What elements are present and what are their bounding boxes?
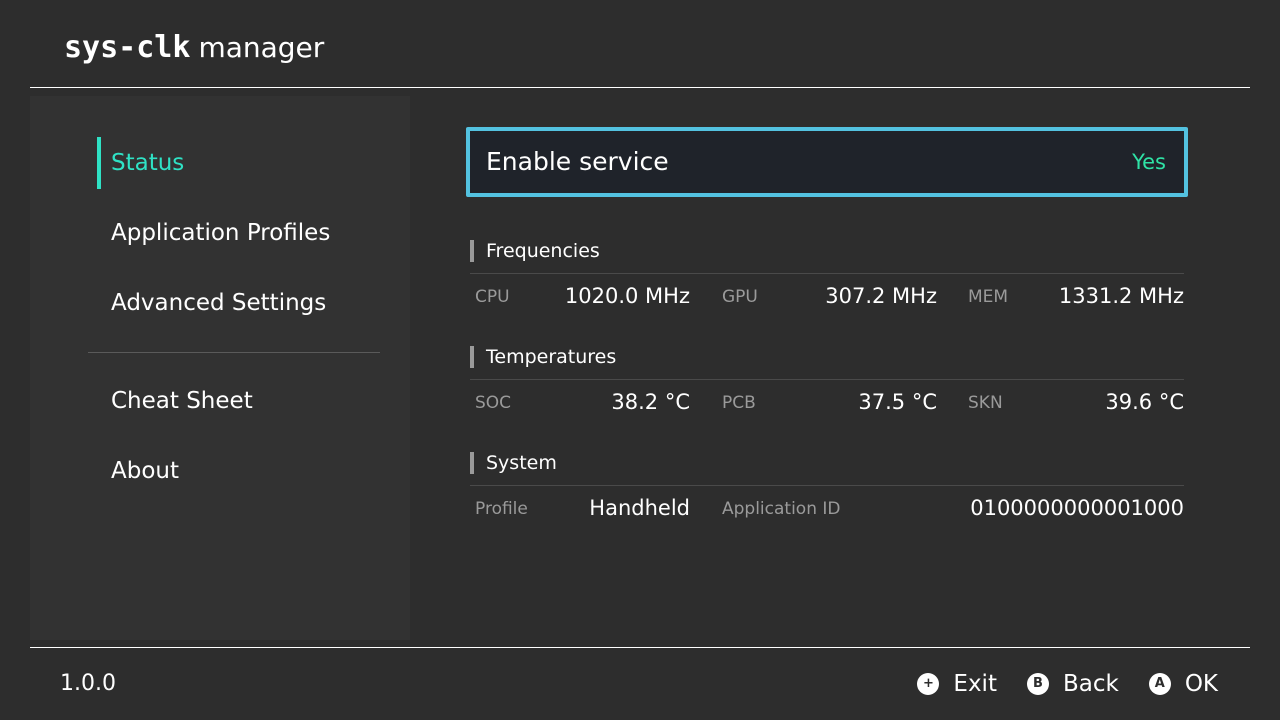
pcb-label: PCB <box>722 393 756 413</box>
section-marker <box>470 240 474 262</box>
cpu-value: 1020.0 MHz <box>564 284 690 308</box>
profile-label: Profile <box>475 499 528 519</box>
mem-label: MEM <box>968 287 1009 307</box>
temperatures-divider <box>470 379 1184 380</box>
app-title-sub: manager <box>198 31 325 64</box>
app-title: sys-clk manager <box>64 28 324 68</box>
main-panel: Enable service Yes Frequencies CPU 1020.… <box>410 96 1250 640</box>
b-button-icon: B <box>1026 673 1049 695</box>
soc-label: SOC <box>475 393 512 413</box>
active-nav-indicator <box>97 137 101 189</box>
enable-service-toggle[interactable]: Enable service Yes <box>466 127 1188 197</box>
exit-label: Exit <box>953 671 997 697</box>
exit-button[interactable]: + Exit <box>917 669 997 699</box>
header: sys-clk manager <box>0 0 1280 88</box>
section-marker <box>470 346 474 368</box>
sidebar-item-cheat-sheet[interactable]: Cheat Sheet <box>111 375 411 427</box>
system-header: System <box>470 451 557 475</box>
system-title: System <box>486 452 557 474</box>
sidebar-item-advanced-settings[interactable]: Advanced Settings <box>111 277 411 329</box>
gpu-value: 307.2 MHz <box>825 284 937 308</box>
enable-service-label: Enable service <box>486 147 669 176</box>
pcb-value: 37.5 °C <box>858 390 937 414</box>
sidebar-item-status[interactable]: Status <box>111 137 411 189</box>
back-label: Back <box>1062 671 1119 697</box>
header-divider <box>30 87 1250 88</box>
sidebar-item-application-profiles[interactable]: Application Profiles <box>111 207 411 259</box>
skn-label: SKN <box>968 393 1003 413</box>
temperatures-title: Temperatures <box>486 346 617 368</box>
sidebar-divider <box>88 352 380 353</box>
application-id-label: Application ID <box>722 499 841 519</box>
frequencies-title: Frequencies <box>486 240 600 262</box>
temperatures-header: Temperatures <box>470 345 616 369</box>
back-button[interactable]: B Back <box>1026 669 1119 699</box>
section-marker <box>470 452 474 474</box>
system-divider <box>470 485 1184 486</box>
gpu-label: GPU <box>722 287 758 307</box>
mem-value: 1331.2 MHz <box>1058 284 1184 308</box>
frequencies-divider <box>470 273 1184 274</box>
version-label: 1.0.0 <box>60 671 116 696</box>
soc-value: 38.2 °C <box>611 390 690 414</box>
enable-service-value: Yes <box>1132 150 1166 174</box>
ok-button[interactable]: A OK <box>1148 669 1218 699</box>
footer-actions: + Exit B Back A OK <box>887 668 1218 700</box>
sidebar: Status Application Profiles Advanced Set… <box>30 96 410 640</box>
application-id-value: 0100000000001000 <box>970 496 1184 520</box>
sidebar-item-about[interactable]: About <box>111 445 411 497</box>
ok-label: OK <box>1184 671 1218 697</box>
app-window: sys-clk manager Status Application Profil… <box>0 0 1280 720</box>
frequencies-header: Frequencies <box>470 239 600 263</box>
app-title-brand: sys-clk <box>64 30 191 65</box>
skn-value: 39.6 °C <box>1105 390 1184 414</box>
footer-divider <box>30 647 1250 648</box>
cpu-label: CPU <box>475 287 510 307</box>
a-button-icon: A <box>1148 673 1171 695</box>
plus-button-icon: + <box>917 673 940 695</box>
profile-value: Handheld <box>589 496 690 520</box>
